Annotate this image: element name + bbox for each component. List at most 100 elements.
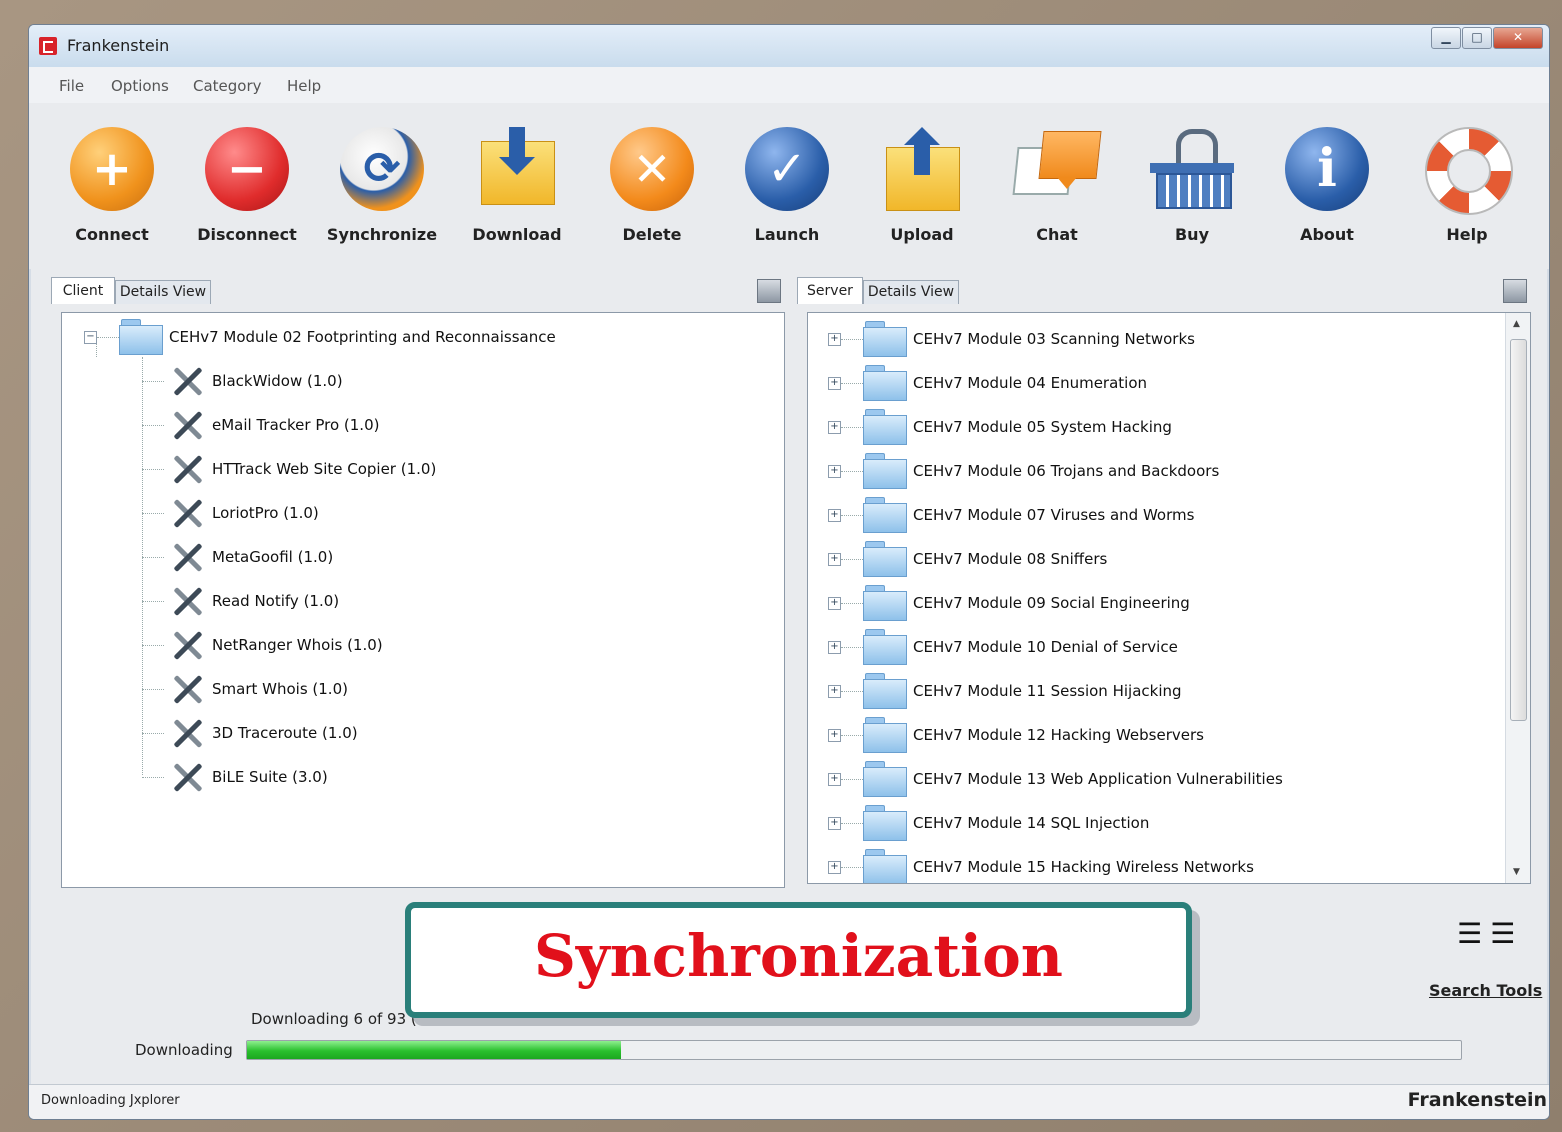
server-tree-item[interactable]: + CEHv7 Module 07 Viruses and Worms (828, 493, 1194, 537)
expand-icon[interactable]: + (828, 596, 841, 610)
tab-client[interactable]: Client (51, 277, 115, 304)
synchronize-button[interactable]: ⟳ Synchronize (317, 123, 447, 244)
client-tree-item[interactable]: HTTrack Web Site Copier (1.0) (142, 447, 436, 491)
tab-server-details[interactable]: Details View (863, 280, 959, 304)
tools-icon (164, 359, 208, 403)
scrollbar-thumb[interactable] (1510, 339, 1527, 721)
client-panel-menu-icon[interactable] (757, 279, 781, 303)
expand-icon[interactable]: + (828, 552, 841, 566)
server-tree-item[interactable]: + CEHv7 Module 03 Scanning Networks (828, 317, 1195, 361)
client-tree-item[interactable]: NetRanger Whois (1.0) (142, 623, 383, 667)
folder-icon (863, 585, 907, 621)
scroll-down-icon[interactable]: ▼ (1513, 867, 1520, 877)
about-label: About (1300, 225, 1354, 244)
client-root-row[interactable]: − CEHv7 Module 02 Footprinting and Recon… (84, 315, 556, 359)
minimize-button[interactable]: ▁ (1431, 27, 1461, 49)
buy-button[interactable]: Buy (1127, 123, 1257, 244)
tab-server[interactable]: Server (797, 277, 863, 304)
banner-text: Synchronization (534, 922, 1063, 990)
expand-icon[interactable]: + (828, 508, 841, 522)
maximize-button[interactable]: □ (1462, 27, 1492, 49)
expand-icon[interactable]: + (828, 464, 841, 478)
client-tree-item[interactable]: BiLE Suite (3.0) (142, 755, 328, 799)
buy-label: Buy (1174, 225, 1209, 244)
server-tree-item[interactable]: + CEHv7 Module 12 Hacking Webservers (828, 713, 1204, 757)
launch-button[interactable]: ✓ Launch (722, 123, 852, 244)
server-tree-item[interactable]: + CEHv7 Module 05 System Hacking (828, 405, 1172, 449)
server-tree-item[interactable]: + CEHv7 Module 10 Denial of Service (828, 625, 1178, 669)
server-tree-item-label: CEHv7 Module 04 Enumeration (913, 374, 1148, 392)
expand-icon[interactable]: + (828, 332, 841, 346)
connect-button[interactable]: + Connect (47, 123, 177, 244)
server-tree-item[interactable]: + CEHv7 Module 15 Hacking Wireless Networ… (828, 845, 1254, 883)
client-tree-item[interactable]: Read Notify (1.0) (142, 579, 339, 623)
server-tree-item-label: CEHv7 Module 14 SQL Injection (913, 814, 1150, 832)
expand-icon[interactable]: + (828, 860, 841, 874)
disconnect-button[interactable]: − Disconnect (182, 123, 312, 244)
menu-file[interactable]: File (59, 77, 84, 95)
collapse-icon[interactable]: − (84, 330, 97, 344)
delete-label: Delete (622, 225, 682, 244)
toolbar: + Connect − Disconnect ⟳ Synchronize Dow… (29, 103, 1549, 269)
expand-icon[interactable]: + (828, 640, 841, 654)
server-tree-item-label: CEHv7 Module 13 Web Application Vulnerab… (913, 770, 1283, 788)
scroll-up-icon[interactable]: ▲ (1513, 319, 1520, 329)
disconnect-label: Disconnect (197, 225, 297, 244)
expand-icon[interactable]: + (828, 816, 841, 830)
plus-circle-icon: + (66, 123, 158, 215)
search-tools-link[interactable]: Search Tools (1429, 981, 1542, 1000)
client-tabs: Client Details View (51, 277, 791, 305)
expand-icon[interactable]: + (828, 728, 841, 742)
server-tabs: Server Details View (797, 277, 1537, 305)
client-tree-item-label: Smart Whois (1.0) (212, 680, 348, 698)
expand-icon[interactable]: + (828, 420, 841, 434)
app-icon (39, 37, 57, 55)
server-tree-item[interactable]: + CEHv7 Module 08 Sniffers (828, 537, 1107, 581)
folder-icon (863, 321, 907, 357)
connect-label: Connect (75, 225, 149, 244)
help-button[interactable]: Help (1402, 123, 1532, 244)
chat-label: Chat (1036, 225, 1078, 244)
client-tree-item[interactable]: MetaGoofil (1.0) (142, 535, 333, 579)
menu-category[interactable]: Category (193, 77, 262, 95)
about-button[interactable]: i About (1262, 123, 1392, 244)
tools-icon (164, 623, 208, 667)
client-tree-item-label: eMail Tracker Pro (1.0) (212, 416, 380, 434)
close-button[interactable]: ✕ (1493, 27, 1543, 49)
list-view-icon[interactable]: ☰☰ (1457, 917, 1523, 950)
server-tree-item[interactable]: + CEHv7 Module 14 SQL Injection (828, 801, 1149, 845)
expand-icon[interactable]: + (828, 772, 841, 786)
client-tree-item[interactable]: Smart Whois (1.0) (142, 667, 348, 711)
expand-icon[interactable]: + (828, 376, 841, 390)
server-scrollbar[interactable]: ▲ ▼ (1505, 313, 1530, 883)
menu-help[interactable]: Help (287, 77, 321, 95)
upload-button[interactable]: Upload (857, 123, 987, 244)
server-tree-item[interactable]: + CEHv7 Module 13 Web Application Vulnera… (828, 757, 1283, 801)
delete-button[interactable]: ✕ Delete (587, 123, 717, 244)
brand-label: Frankenstein (1407, 1089, 1547, 1111)
server-tree-item[interactable]: + CEHv7 Module 09 Social Engineering (828, 581, 1190, 625)
launch-label: Launch (754, 225, 820, 244)
upload-folder-icon (876, 123, 968, 215)
server-panel-menu-icon[interactable] (1503, 279, 1527, 303)
tools-icon (164, 535, 208, 579)
lifebuoy-icon (1421, 123, 1513, 215)
folder-icon (863, 849, 907, 883)
client-tree-item[interactable]: LoriotPro (1.0) (142, 491, 319, 535)
tab-client-details[interactable]: Details View (115, 280, 211, 304)
expand-icon[interactable]: + (828, 684, 841, 698)
download-button[interactable]: Download (452, 123, 582, 244)
client-tree-item[interactable]: eMail Tracker Pro (1.0) (142, 403, 379, 447)
server-tree-item[interactable]: + CEHv7 Module 06 Trojans and Backdoors (828, 449, 1219, 493)
server-tree-item[interactable]: + CEHv7 Module 04 Enumeration (828, 361, 1147, 405)
server-tree-item-label: CEHv7 Module 07 Viruses and Worms (913, 506, 1195, 524)
server-tree-item-label: CEHv7 Module 11 Session Hijacking (913, 682, 1182, 700)
help-label: Help (1446, 225, 1488, 244)
server-tree-item[interactable]: + CEHv7 Module 11 Session Hijacking (828, 669, 1182, 713)
tools-icon (164, 667, 208, 711)
chat-button[interactable]: Chat (992, 123, 1122, 244)
delete-x-icon: ✕ (606, 123, 698, 215)
client-tree-item[interactable]: 3D Traceroute (1.0) (142, 711, 358, 755)
menu-options[interactable]: Options (111, 77, 169, 95)
client-tree-item[interactable]: BlackWidow (1.0) (142, 359, 343, 403)
